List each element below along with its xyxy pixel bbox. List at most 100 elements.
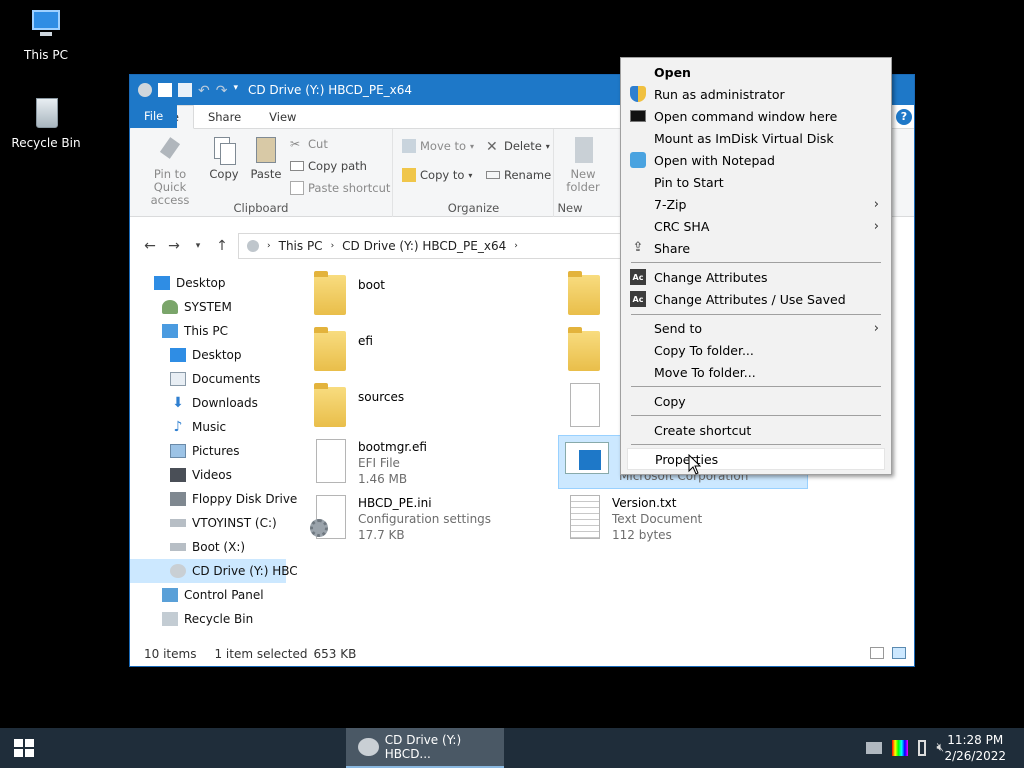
menu-item-pin-to-start[interactable]: Pin to Start <box>621 171 891 193</box>
nav-label: Documents <box>192 372 261 386</box>
menu-item-move-to-folder[interactable]: Move To folder... <box>621 361 891 383</box>
nav-item-cd-drive[interactable]: CD Drive (Y:) HBC <box>170 560 298 582</box>
breadcrumb-this-pc[interactable]: This PC <box>279 239 323 253</box>
menu-item-change-attributes[interactable]: Ac Change Attributes <box>621 266 891 288</box>
windows-start-icon[interactable] <box>14 739 34 757</box>
forward-button[interactable]: → <box>162 238 186 254</box>
nav-item-system[interactable]: SYSTEM <box>162 296 232 318</box>
menu-label: Share <box>654 240 691 256</box>
desktop-icon <box>170 348 186 362</box>
menu-item-change-attributes-saved[interactable]: Ac Change Attributes / Use Saved <box>621 288 891 310</box>
menu-item-send-to[interactable]: Send to › <box>621 317 891 339</box>
nav-item-desktop[interactable]: Desktop <box>170 344 242 366</box>
tab-view[interactable]: View <box>255 106 310 128</box>
videos-icon <box>170 468 186 482</box>
list-item[interactable]: sources <box>314 383 404 429</box>
list-item[interactable]: efi <box>314 327 373 373</box>
nav-item-boot[interactable]: Boot (X:) <box>170 536 245 558</box>
nav-item-videos[interactable]: Videos <box>170 464 232 486</box>
paste-label: Paste <box>250 167 282 181</box>
file-name: Version.txt <box>612 496 677 510</box>
nav-item-this-pc[interactable]: This PC <box>162 320 228 342</box>
clipboard-group: Pin to Quick access Copy Paste ✂ Cut Copy… <box>130 129 393 217</box>
rename-button[interactable]: Rename <box>486 168 551 182</box>
menu-item-open-command-window[interactable]: Open command window here <box>621 105 891 127</box>
list-item[interactable] <box>568 327 602 373</box>
menu-label: Copy To folder... <box>654 342 754 358</box>
menu-item-create-shortcut[interactable]: Create shortcut <box>621 419 891 441</box>
back-button[interactable]: ← <box>138 238 162 254</box>
list-item[interactable] <box>568 271 602 317</box>
list-item[interactable]: HBCD_PE.ini Configuration settings 17.7 … <box>310 495 491 543</box>
share-icon: ⇪ <box>632 240 644 255</box>
menu-label: Move To folder... <box>654 364 756 380</box>
usb-icon[interactable] <box>918 740 927 756</box>
move-to-button[interactable]: Move to ▾ <box>402 139 474 153</box>
tab-share[interactable]: Share <box>194 106 255 128</box>
nav-item-floppy[interactable]: Floppy Disk Drive <box>170 488 297 510</box>
paste-shortcut-button[interactable]: Paste shortcut <box>290 181 390 195</box>
copy-path-button[interactable]: Copy path <box>290 159 367 173</box>
nav-item-downloads[interactable]: ⬇ Downloads <box>170 392 258 414</box>
undo-icon[interactable]: ↶ <box>198 83 210 99</box>
menu-item-copy[interactable]: Copy <box>621 390 891 412</box>
paste-button[interactable]: Paste <box>248 135 284 181</box>
tab-file[interactable]: File <box>130 104 178 128</box>
large-icons-view-icon[interactable] <box>892 647 906 659</box>
recent-locations-button[interactable]: ▾ <box>186 241 210 251</box>
new-folder-button[interactable]: New folder <box>563 135 603 194</box>
breadcrumb-cd-drive[interactable]: CD Drive (Y:) HBCD_PE_x64 <box>342 239 506 253</box>
desktop-this-pc-label: This PC <box>24 48 68 62</box>
copy-button[interactable]: Copy <box>206 135 242 181</box>
cut-button[interactable]: ✂ Cut <box>290 137 328 151</box>
delete-button[interactable]: ✕ Delete ▾ <box>486 139 550 155</box>
menu-item-open[interactable]: Open <box>621 61 891 83</box>
nav-item-documents[interactable]: Documents <box>170 368 260 390</box>
control-panel-icon <box>162 588 178 602</box>
desktop-icon-this-pc[interactable]: This PC <box>6 8 86 62</box>
desktop-icon-recycle-bin[interactable]: Recycle Bin <box>6 96 86 150</box>
nav-item-vtoyinst[interactable]: VTOYINST (C:) <box>170 512 277 534</box>
list-item[interactable]: Version.txt Text Document 112 bytes <box>568 495 702 543</box>
menu-item-copy-to-folder[interactable]: Copy To folder... <box>621 339 891 361</box>
nav-item-recycle-bin[interactable]: Recycle Bin <box>162 608 253 630</box>
taskbar-explorer-button[interactable]: CD Drive (Y:) HBCD... <box>346 728 504 768</box>
help-icon[interactable]: ? <box>896 109 912 125</box>
menu-item-open-with-notepad[interactable]: Open with Notepad <box>621 149 891 171</box>
nav-item-control-panel[interactable]: Control Panel <box>162 584 264 606</box>
clock-time: 11:28 PM <box>947 733 1004 747</box>
folder-icon <box>568 327 602 373</box>
nav-item-desktop-root[interactable]: Desktop <box>154 272 226 294</box>
nav-item-pictures[interactable]: Pictures <box>170 440 240 462</box>
copy-to-button[interactable]: Copy to ▾ <box>402 168 472 182</box>
network-icon[interactable] <box>866 742 883 754</box>
quick-access-toolbar: ↶ ↷ ▾ <box>138 83 238 99</box>
menu-label: Copy <box>654 393 686 409</box>
address-bar[interactable]: › This PC › CD Drive (Y:) HBCD_PE_x64 › <box>238 233 638 259</box>
menu-label: 7-Zip <box>654 196 687 212</box>
menu-item-mount-imdisk[interactable]: Mount as ImDisk Virtual Disk <box>621 127 891 149</box>
menu-item-crc-sha[interactable]: CRC SHA › <box>621 215 891 237</box>
pin-to-quick-access-button[interactable]: Pin to Quick access <box>136 135 204 207</box>
volume-muted-icon[interactable]: 🔇︎ <box>936 740 944 756</box>
redo-icon[interactable]: ↷ <box>216 83 228 99</box>
new-folder-qat-icon[interactable] <box>178 83 192 97</box>
computer-icon <box>26 8 66 44</box>
clock[interactable]: 11:28 PM 2/26/2022 <box>944 732 1006 764</box>
up-button[interactable]: ↑ <box>210 238 234 254</box>
menu-item-7zip[interactable]: 7-Zip › <box>621 193 891 215</box>
properties-qat-icon[interactable] <box>158 83 172 97</box>
nav-item-music[interactable]: ♪ Music <box>170 416 227 438</box>
details-view-icon[interactable] <box>870 647 884 659</box>
status-bar: 10 items 1 item selected 653 KB <box>130 642 914 666</box>
menu-item-properties[interactable]: Properties <box>627 448 885 470</box>
color-picker-icon[interactable] <box>892 740 909 756</box>
list-item[interactable]: boot <box>314 271 385 317</box>
text-file-icon <box>568 495 602 541</box>
list-item[interactable]: bootmgr.efi EFI File 1.46 MB <box>314 439 427 487</box>
list-item[interactable] <box>568 383 602 429</box>
qat-dropdown-icon[interactable]: ▾ <box>233 83 238 97</box>
menu-item-run-as-administrator[interactable]: Run as administrator <box>621 83 891 105</box>
paste-shortcut-icon <box>290 181 304 195</box>
menu-item-share[interactable]: ⇪ Share <box>621 237 891 259</box>
